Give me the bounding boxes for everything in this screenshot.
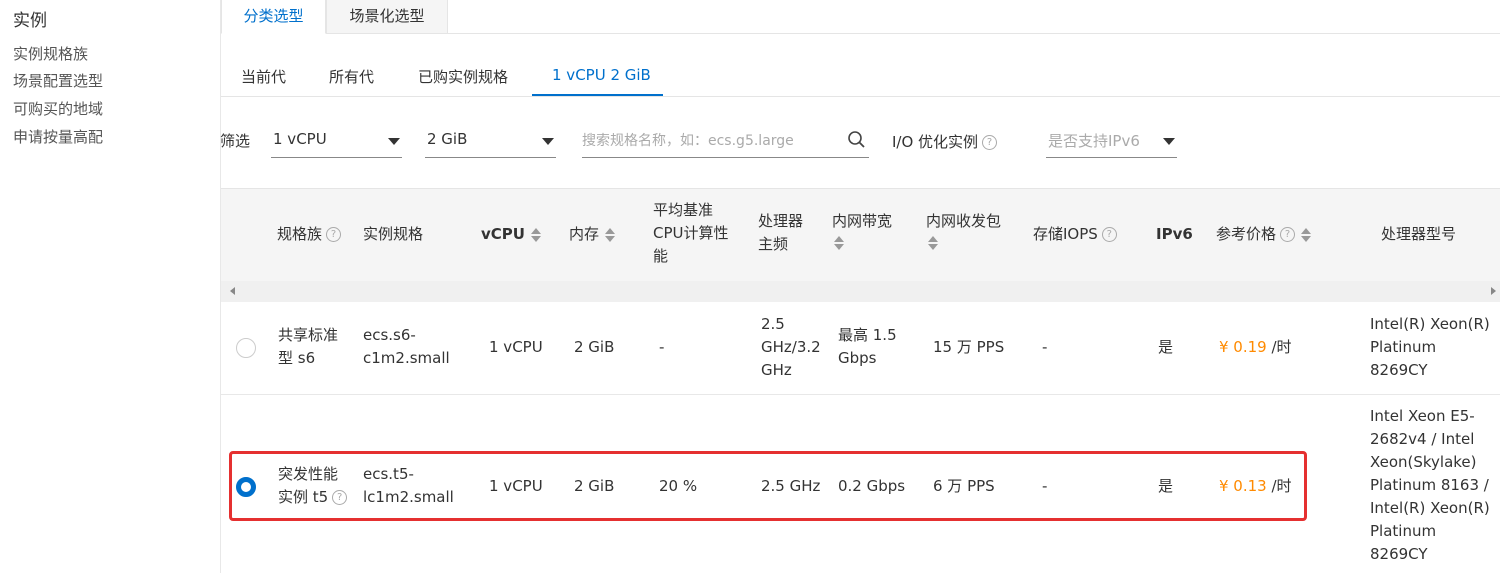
ipv6-select[interactable]: 是否支持IPv6 (1046, 124, 1177, 158)
help-icon: ? (326, 227, 342, 242)
memory-select[interactable]: 2 GiB (425, 124, 556, 158)
table-header: 规格族? 实例规格 vCPU 内存 平均基准 CPU计算性 能 处理器 主频 内… (221, 188, 1500, 281)
cell-pps: 6 万 PPS (933, 477, 995, 495)
subtab-purchased[interactable]: 已购实例规格 (418, 66, 508, 87)
help-icon: ? (1101, 227, 1117, 242)
io-optimized-label: I/O 优化实例 (892, 133, 979, 151)
sort-icon (928, 235, 938, 251)
cell-spec: ecs.t5- lc1m2.small (363, 465, 454, 506)
cell-baseline: 20 % (659, 477, 698, 495)
table-row[interactable]: 突发性能 实例 t5? ecs.t5- lc1m2.small 1 vCPU 2 G… (221, 395, 1500, 573)
cell-ipv6: 是 (1158, 338, 1174, 356)
subtab-1vcpu-2gib[interactable]: 1 vCPU 2 GiB (552, 66, 651, 84)
filter-label: 筛选 (220, 132, 251, 150)
sub-tabs: 当前代 所有代 已购实例规格 1 vCPU 2 GiB (221, 60, 1500, 97)
horizontal-scrollbar[interactable] (221, 281, 1500, 302)
help-icon: ? (1280, 227, 1296, 242)
sort-icon (605, 227, 616, 243)
cell-vcpu: 1 vCPU (489, 477, 543, 495)
col-pps[interactable]: 内网收发包 (926, 210, 1001, 251)
subtab-all-gen[interactable]: 所有代 (329, 66, 374, 87)
sidebar-item-high-config[interactable]: 申请按量高配 (13, 126, 103, 147)
active-tab-indicator (532, 94, 663, 96)
vcpu-select-value: 1 vCPU (273, 130, 327, 148)
subtab-current-gen[interactable]: 当前代 (241, 66, 286, 87)
cell-price: ¥ 0.13 /时 (1219, 477, 1292, 495)
sidebar: 实例 实例规格族 场景配置选型 可购买的地域 申请按量高配 (0, 0, 220, 573)
table-row[interactable]: 共享标准型 s6 ecs.s6- c1m2.small 1 vCPU 2 GiB … (221, 302, 1500, 395)
cell-pps: 15 万 PPS (933, 338, 1005, 356)
cell-iops: - (1042, 477, 1048, 495)
chevron-down-icon (1163, 138, 1175, 145)
help-icon: ? (332, 490, 348, 505)
search-icon[interactable] (847, 130, 867, 150)
col-ipv6: IPv6 (1156, 225, 1193, 243)
col-price[interactable]: 参考价格? (1216, 223, 1312, 246)
col-cpu-model: 处理器型号 (1381, 225, 1457, 243)
sort-icon (834, 235, 844, 251)
cell-cpu-model: Intel(R) Xeon(R) Platinum 8269CY (1370, 315, 1490, 379)
cell-bandwidth: 0.2 Gbps (838, 477, 906, 495)
chevron-down-icon (388, 138, 400, 145)
col-spec: 实例规格 (363, 225, 424, 243)
sidebar-item-families[interactable]: 实例规格族 (13, 43, 88, 64)
row-radio[interactable] (236, 477, 256, 497)
col-baseline: 平均基准 CPU计算性 能 (653, 201, 729, 265)
cell-cpu-model: Intel Xeon E5- 2682v4 / Intel Xeon(Skylake… (1370, 407, 1490, 563)
cell-vcpu: 1 vCPU (489, 338, 543, 356)
spec-search-input[interactable] (582, 128, 832, 154)
col-bandwidth[interactable]: 内网带宽 (832, 210, 892, 251)
cell-frequency: 2.5 GHz (761, 477, 821, 495)
chevron-down-icon (542, 138, 554, 145)
cell-bandwidth: 最高 1.5 Gbps (838, 326, 897, 367)
col-memory[interactable]: 内存 (569, 223, 616, 246)
io-optimized-filter[interactable]: I/O 优化实例? (892, 131, 998, 152)
scroll-left-icon[interactable] (230, 287, 235, 295)
cell-family: 突发性能 实例 t5? (278, 463, 348, 509)
scroll-right-icon[interactable] (1491, 287, 1496, 295)
cell-spec: ecs.s6- c1m2.small (363, 326, 450, 367)
cell-memory: 2 GiB (574, 338, 615, 356)
sort-icon (530, 227, 541, 243)
col-frequency: 处理器 主频 (758, 212, 804, 253)
ipv6-select-placeholder: 是否支持IPv6 (1048, 132, 1140, 150)
col-family: 规格族? (277, 223, 342, 246)
spec-search (582, 124, 869, 158)
sort-icon (1301, 227, 1312, 243)
cell-frequency: 2.5 GHz/3.2 GHz (761, 315, 821, 379)
cell-family: 共享标准型 s6 (278, 326, 339, 367)
tab-category-selection[interactable]: 分类选型 (221, 0, 326, 34)
cell-ipv6: 是 (1158, 477, 1174, 495)
cell-baseline: - (659, 338, 665, 356)
cell-memory: 2 GiB (574, 477, 615, 495)
sidebar-item-scenario[interactable]: 场景配置选型 (13, 70, 103, 91)
vcpu-select[interactable]: 1 vCPU (271, 124, 402, 158)
top-tabs: 分类选型 场景化选型 (221, 0, 1500, 34)
cell-price: ¥ 0.19 /时 (1219, 338, 1292, 356)
sidebar-item-regions[interactable]: 可购买的地域 (13, 98, 103, 119)
memory-select-value: 2 GiB (427, 130, 468, 148)
tab-scenario-selection[interactable]: 场景化选型 (326, 0, 448, 34)
row-radio[interactable] (236, 338, 256, 358)
sidebar-title: 实例 (13, 11, 47, 31)
col-vcpu[interactable]: vCPU (481, 223, 541, 246)
help-icon: ? (982, 135, 998, 150)
cell-iops: - (1042, 338, 1048, 356)
col-iops: 存储IOPS? (1033, 223, 1117, 246)
